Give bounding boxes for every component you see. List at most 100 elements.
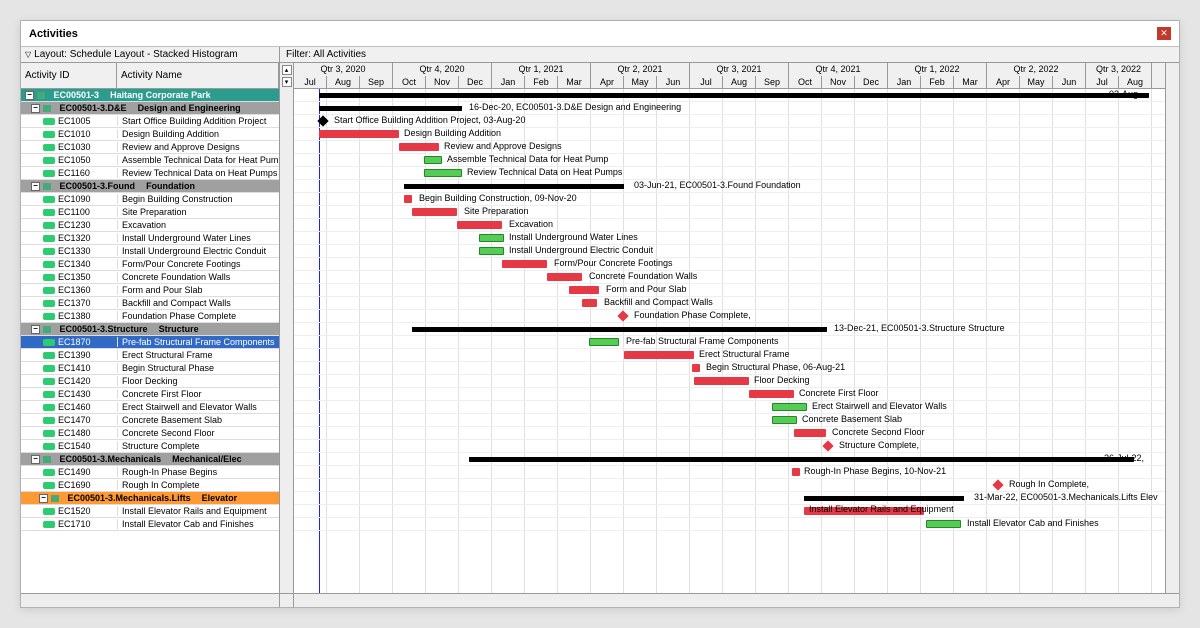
activity-row[interactable]: EC1230Excavation bbox=[21, 219, 279, 232]
gantt-bar[interactable] bbox=[412, 208, 457, 216]
activities-window: Activities ✕ ▽ Layout: Schedule Layout -… bbox=[20, 20, 1180, 608]
gantt-bar[interactable] bbox=[502, 260, 547, 268]
timescale-month: Mar bbox=[954, 76, 987, 89]
project-row[interactable]: − EC00501-3 Haitang Corporate Park bbox=[21, 89, 279, 102]
status-icon bbox=[43, 313, 55, 320]
activity-row[interactable]: EC1005Start Office Building Addition Pro… bbox=[21, 115, 279, 128]
wbs-structure[interactable]: − EC00501-3.Structure Structure bbox=[21, 323, 279, 336]
gantt-bar[interactable] bbox=[692, 364, 700, 372]
gantt-bar[interactable] bbox=[772, 416, 797, 424]
timescale-month: Sep bbox=[360, 76, 393, 89]
gantt-bar[interactable] bbox=[547, 273, 582, 281]
column-activity-id[interactable]: Activity ID bbox=[21, 63, 117, 88]
activity-row[interactable]: EC1320Install Underground Water Lines bbox=[21, 232, 279, 245]
collapse-icon[interactable]: − bbox=[31, 182, 40, 191]
gantt-bar[interactable] bbox=[479, 234, 504, 242]
status-icon bbox=[43, 339, 55, 346]
close-button[interactable]: ✕ bbox=[1157, 27, 1171, 40]
activity-row[interactable]: EC1420Floor Decking bbox=[21, 375, 279, 388]
collapse-icon[interactable]: − bbox=[31, 455, 40, 464]
content-area: Activity ID Activity Name − EC00501-3 Ha… bbox=[21, 63, 1179, 593]
collapse-icon[interactable]: − bbox=[31, 325, 40, 334]
activity-row[interactable]: EC1160Review Technical Data on Heat Pump… bbox=[21, 167, 279, 180]
folder-icon bbox=[43, 105, 51, 112]
gantt-bar[interactable] bbox=[404, 195, 412, 203]
activity-row[interactable]: EC1430Concrete First Floor bbox=[21, 388, 279, 401]
layout-selector[interactable]: ▽ Layout: Schedule Layout - Stacked Hist… bbox=[21, 47, 280, 62]
timescale-month: Dec bbox=[459, 76, 492, 89]
activity-row[interactable]: EC1380Foundation Phase Complete bbox=[21, 310, 279, 323]
milestone[interactable] bbox=[822, 440, 833, 451]
wbs-elevator[interactable]: − EC00501-3.Mechanicals.Lifts Elevator bbox=[21, 492, 279, 505]
activity-row[interactable]: EC1710Install Elevator Cab and Finishes bbox=[21, 518, 279, 531]
activity-row[interactable]: EC1470Concrete Basement Slab bbox=[21, 414, 279, 427]
gantt-bar[interactable] bbox=[792, 468, 800, 476]
summary-bar[interactable] bbox=[319, 93, 1149, 98]
gantt-bar[interactable] bbox=[319, 130, 399, 138]
gantt-bar[interactable] bbox=[424, 156, 442, 164]
activity-tree[interactable]: − EC00501-3 Haitang Corporate Park − EC0… bbox=[21, 89, 279, 593]
activity-row[interactable]: EC1390Erect Structural Frame bbox=[21, 349, 279, 362]
gantt-bar[interactable] bbox=[569, 286, 599, 294]
activity-row[interactable]: EC1370Backfill and Compact Walls bbox=[21, 297, 279, 310]
splitter-gutter[interactable]: ▴ ▾ bbox=[280, 63, 294, 593]
folder-icon bbox=[43, 183, 51, 190]
gantt-bar[interactable] bbox=[479, 247, 504, 255]
gantt-bar[interactable] bbox=[424, 169, 462, 177]
activity-row[interactable]: EC1490Rough-In Phase Begins bbox=[21, 466, 279, 479]
horizontal-scrollbar[interactable] bbox=[21, 593, 1179, 607]
wbs-foundation[interactable]: − EC00501-3.Found Foundation bbox=[21, 180, 279, 193]
gantt-bar[interactable] bbox=[694, 377, 749, 385]
collapse-icon[interactable]: − bbox=[25, 91, 34, 100]
activity-row[interactable]: EC1690Rough In Complete bbox=[21, 479, 279, 492]
summary-bar[interactable] bbox=[404, 184, 624, 189]
scroll-down-icon[interactable]: ▾ bbox=[282, 77, 292, 87]
milestone[interactable] bbox=[617, 310, 628, 321]
filter-label: Filter: All Activities bbox=[286, 49, 366, 60]
collapse-icon[interactable]: − bbox=[31, 104, 40, 113]
timescale-month: Feb bbox=[525, 76, 558, 89]
filter-bar[interactable]: Filter: All Activities bbox=[280, 47, 1179, 62]
gantt-bar[interactable] bbox=[749, 390, 794, 398]
summary-bar[interactable] bbox=[804, 496, 964, 501]
gantt-bar[interactable] bbox=[582, 299, 597, 307]
gantt-bar[interactable] bbox=[624, 351, 694, 359]
activity-row[interactable]: EC1330Install Underground Electric Condu… bbox=[21, 245, 279, 258]
activity-row[interactable]: EC1520Install Elevator Rails and Equipme… bbox=[21, 505, 279, 518]
gantt-bar[interactable] bbox=[926, 520, 961, 528]
summary-bar[interactable] bbox=[319, 106, 462, 111]
summary-bar[interactable] bbox=[412, 327, 827, 332]
collapse-icon[interactable]: − bbox=[39, 494, 48, 503]
timescale-month: Jul bbox=[294, 76, 327, 89]
activity-row[interactable]: EC1480Concrete Second Floor bbox=[21, 427, 279, 440]
scroll-up-icon[interactable]: ▴ bbox=[282, 65, 292, 75]
activity-row[interactable]: EC1010Design Building Addition bbox=[21, 128, 279, 141]
timescale-month: Aug bbox=[1119, 76, 1152, 89]
wbs-design[interactable]: − EC00501-3.D&E Design and Engineering bbox=[21, 102, 279, 115]
gantt-chart[interactable]: 03-Aug- 16-Dec-20, EC00501-3.D&E Design … bbox=[294, 89, 1165, 593]
milestone[interactable] bbox=[317, 115, 328, 126]
activity-row[interactable]: EC1350Concrete Foundation Walls bbox=[21, 271, 279, 284]
gantt-bar[interactable] bbox=[772, 403, 807, 411]
gantt-bar[interactable] bbox=[457, 221, 502, 229]
gantt-bar[interactable] bbox=[589, 338, 619, 346]
activity-row[interactable]: EC1340Form/Pour Concrete Footings bbox=[21, 258, 279, 271]
milestone[interactable] bbox=[992, 479, 1003, 490]
activity-row[interactable]: EC1030Review and Approve Designs bbox=[21, 141, 279, 154]
activity-row[interactable]: EC1460Erect Stairwell and Elevator Walls bbox=[21, 401, 279, 414]
folder-icon bbox=[43, 326, 51, 333]
activity-row[interactable]: EC1050Assemble Technical Data for Heat P… bbox=[21, 154, 279, 167]
activity-row[interactable]: EC1090Begin Building Construction bbox=[21, 193, 279, 206]
activity-row[interactable]: EC1540Structure Complete bbox=[21, 440, 279, 453]
wbs-mechanicals[interactable]: − EC00501-3.Mechanicals Mechanical/Elec bbox=[21, 453, 279, 466]
activity-row[interactable]: EC1410Begin Structural Phase bbox=[21, 362, 279, 375]
activity-row-selected[interactable]: EC1870Pre-fab Structural Frame Component… bbox=[21, 336, 279, 349]
gantt-bar[interactable] bbox=[794, 429, 826, 437]
summary-bar[interactable] bbox=[469, 457, 1134, 462]
gantt-bar[interactable] bbox=[399, 143, 439, 151]
activity-row[interactable]: EC1100Site Preparation bbox=[21, 206, 279, 219]
status-icon bbox=[43, 248, 55, 255]
activity-row[interactable]: EC1360Form and Pour Slab bbox=[21, 284, 279, 297]
status-icon bbox=[43, 352, 55, 359]
column-activity-name[interactable]: Activity Name bbox=[117, 63, 279, 88]
